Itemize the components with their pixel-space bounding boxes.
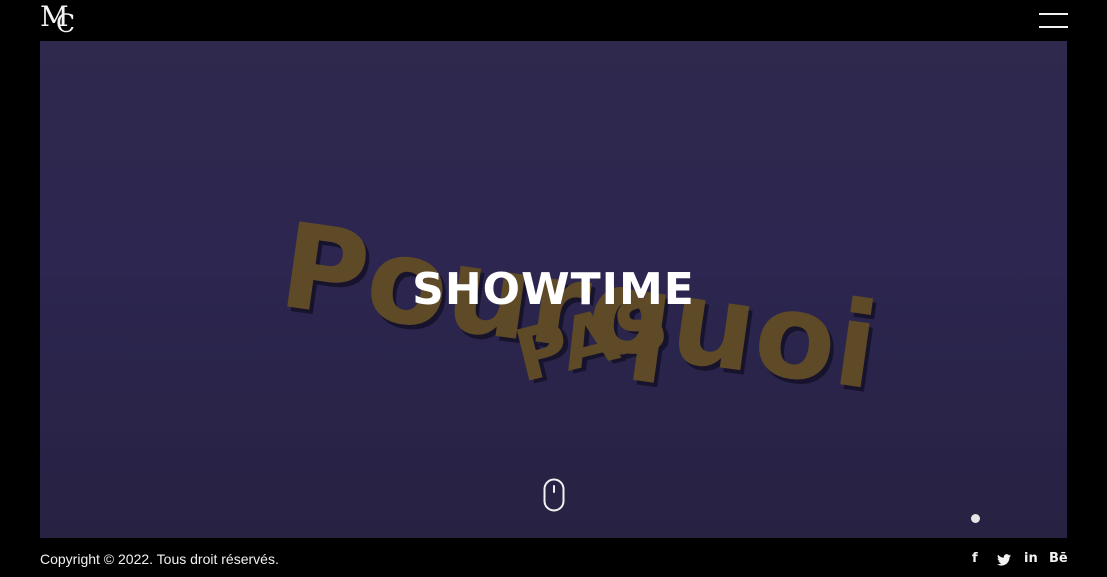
hamburger-icon-bar-bottom — [1039, 26, 1068, 28]
hamburger-icon-bar-top — [1039, 13, 1068, 15]
facebook-icon[interactable]: f — [972, 549, 978, 569]
site-logo[interactable]: M C — [40, 2, 80, 38]
twitter-bird-icon — [997, 554, 1011, 566]
behance-icon[interactable]: Bē — [1049, 549, 1068, 569]
page: M C Pourquoi PAS Pourquoi PAS SHOWTIME C… — [0, 0, 1107, 577]
twitter-icon[interactable] — [997, 553, 1011, 573]
slider-pagination-dot[interactable] — [971, 514, 980, 523]
logo-letter-c: C — [56, 9, 76, 38]
hero-title: SHOWTIME — [412, 264, 695, 315]
linkedin-icon[interactable]: in — [1024, 549, 1038, 569]
hamburger-menu-button[interactable] — [1039, 13, 1068, 29]
mouse-scroll-icon[interactable] — [543, 478, 565, 512]
hero-slider: Pourquoi PAS Pourquoi PAS SHOWTIME — [40, 41, 1067, 538]
copyright-text: Copyright © 2022. Tous droit réservés. — [40, 551, 279, 567]
